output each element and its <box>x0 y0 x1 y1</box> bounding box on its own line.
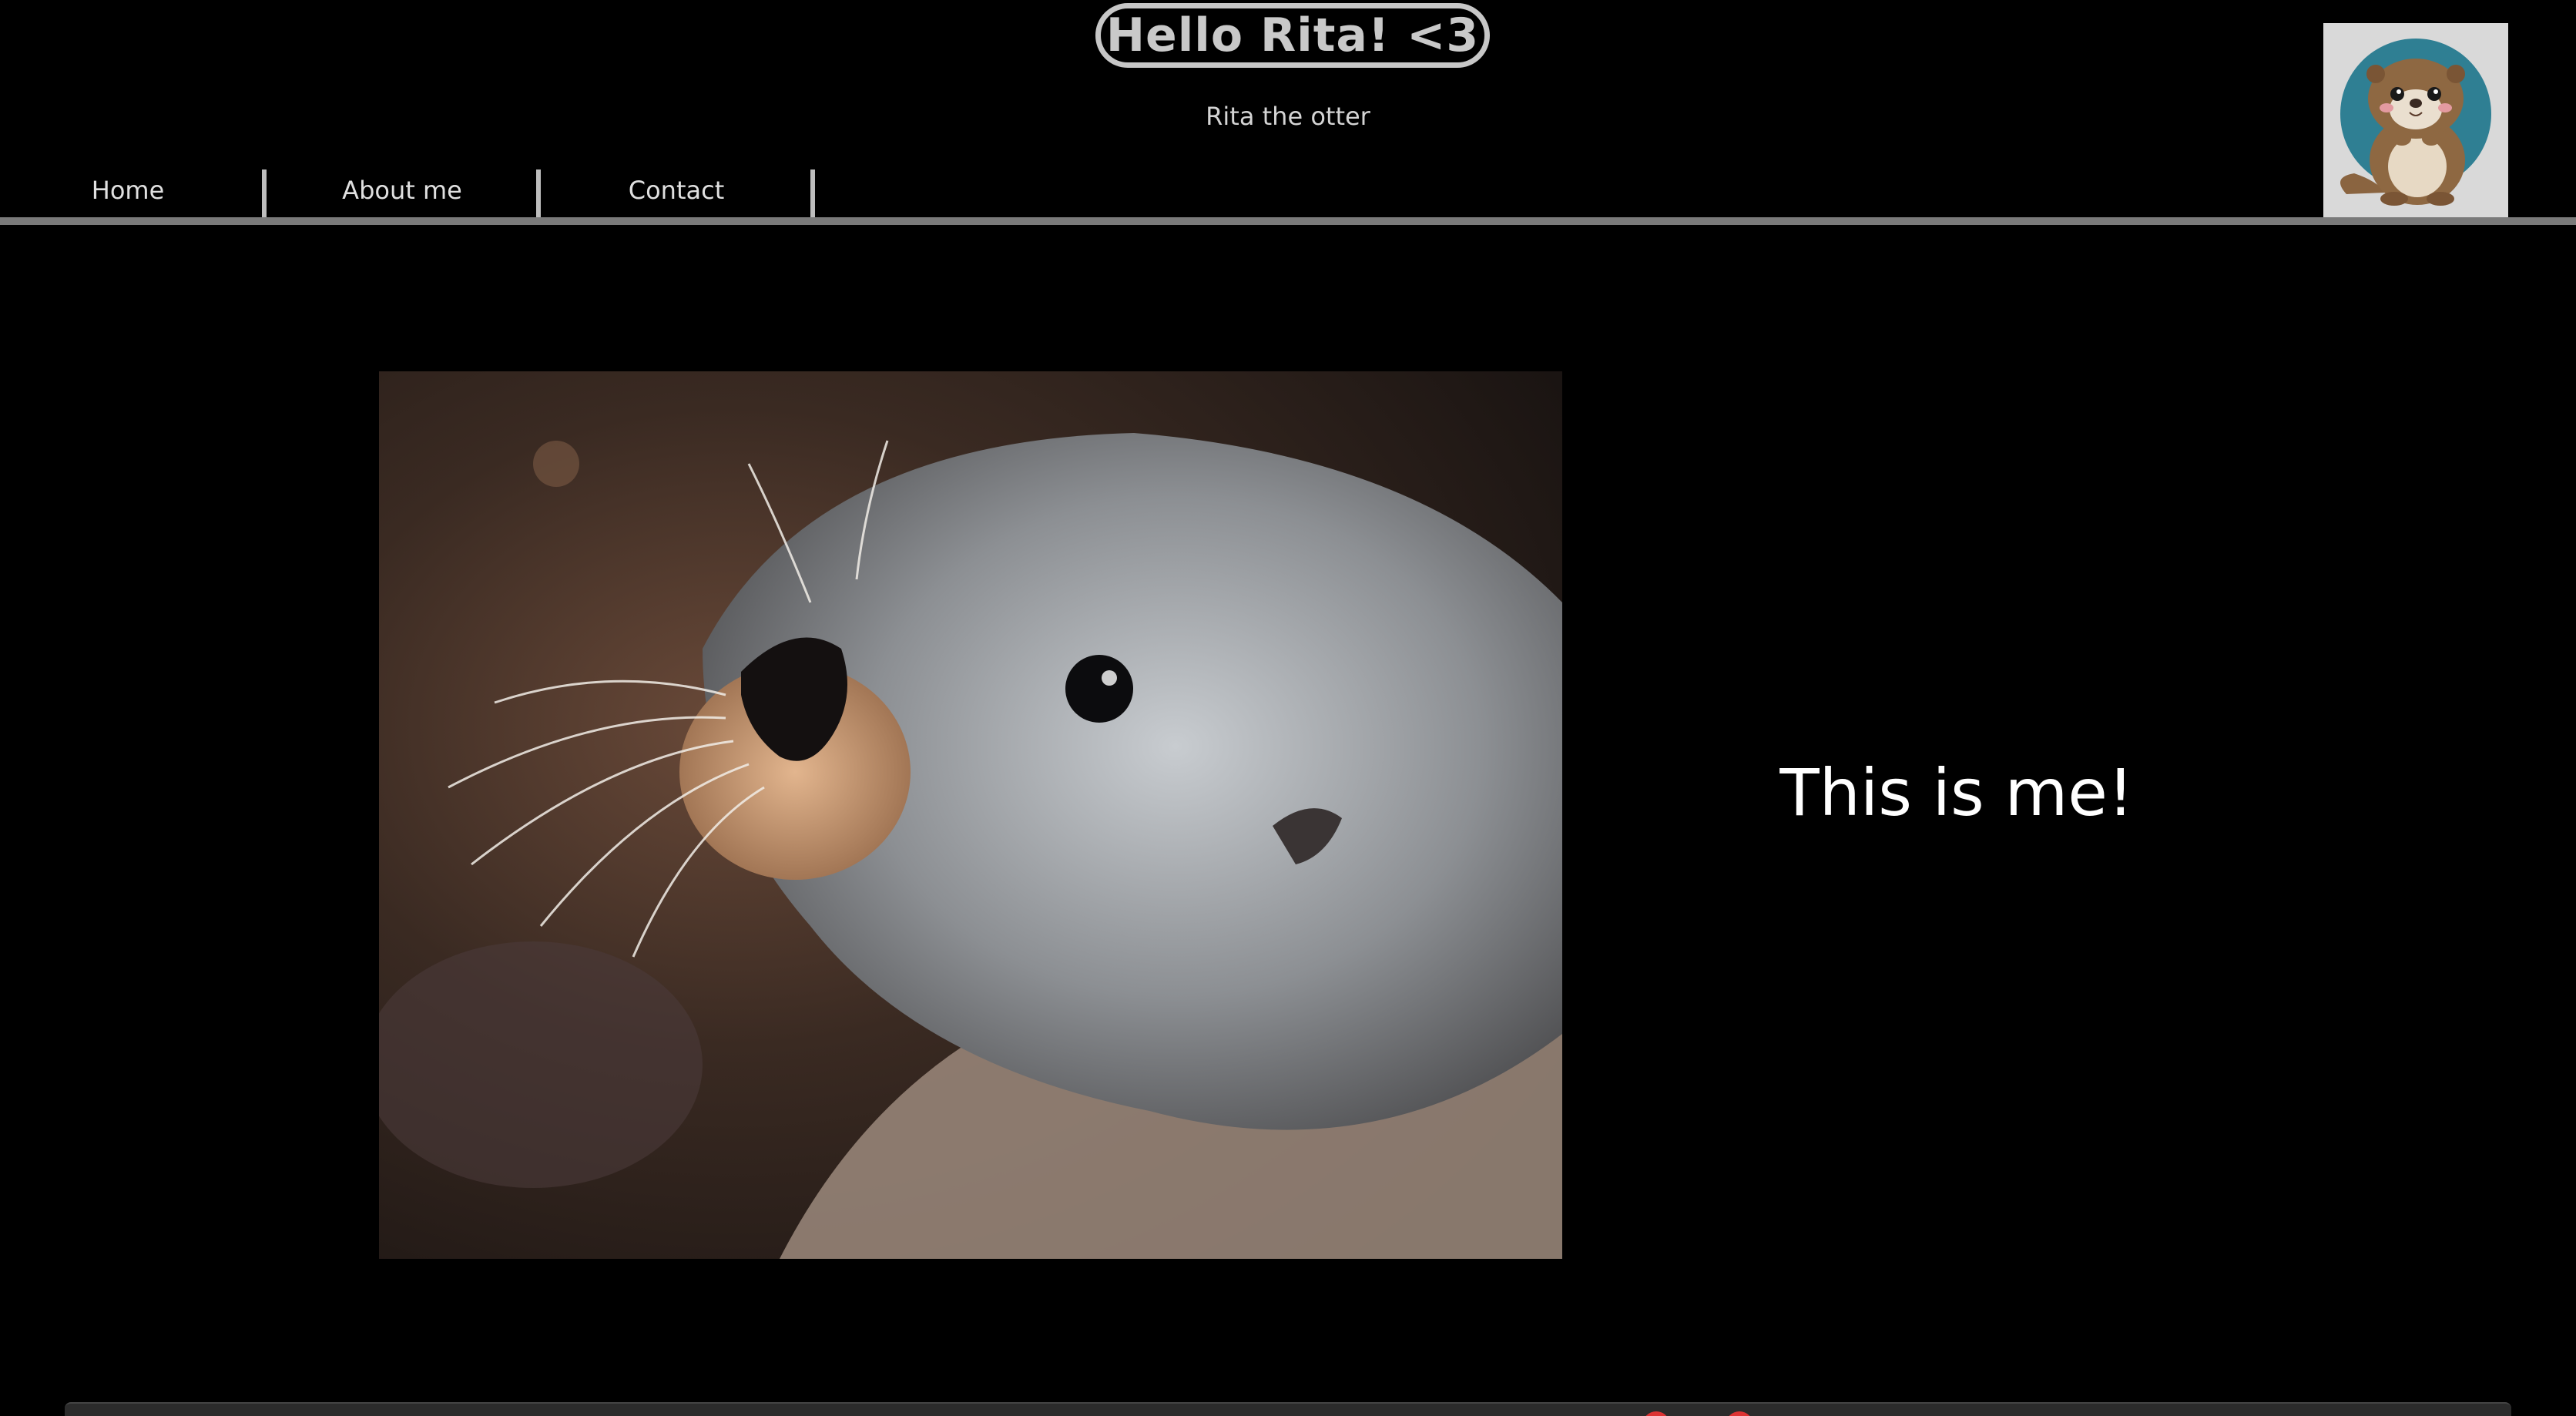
page-title: Hello Rita! <3 <box>1095 3 1490 68</box>
app-icon[interactable] <box>1642 1411 1670 1416</box>
nav-underline <box>0 217 2576 225</box>
main-nav: Home About me Contact <box>0 163 2576 220</box>
otter-photo <box>379 371 1562 1259</box>
photo-caption: This is me! <box>1779 755 2134 830</box>
nav-item-contact[interactable]: Contact <box>585 163 767 217</box>
nav-item-about[interactable]: About me <box>308 163 496 217</box>
nav-divider <box>536 169 541 219</box>
sea-otter-photo-icon <box>379 371 1562 1259</box>
nav-divider <box>810 169 815 219</box>
page-subtitle: Rita the otter <box>1206 102 1370 131</box>
nav-item-home[interactable]: Home <box>46 163 210 217</box>
page: Hello Rita! <3 Rita the otter Home About… <box>0 0 2576 1416</box>
nav-divider <box>262 169 267 219</box>
taskbar <box>65 1402 2511 1416</box>
app-icon[interactable] <box>1726 1411 1753 1416</box>
